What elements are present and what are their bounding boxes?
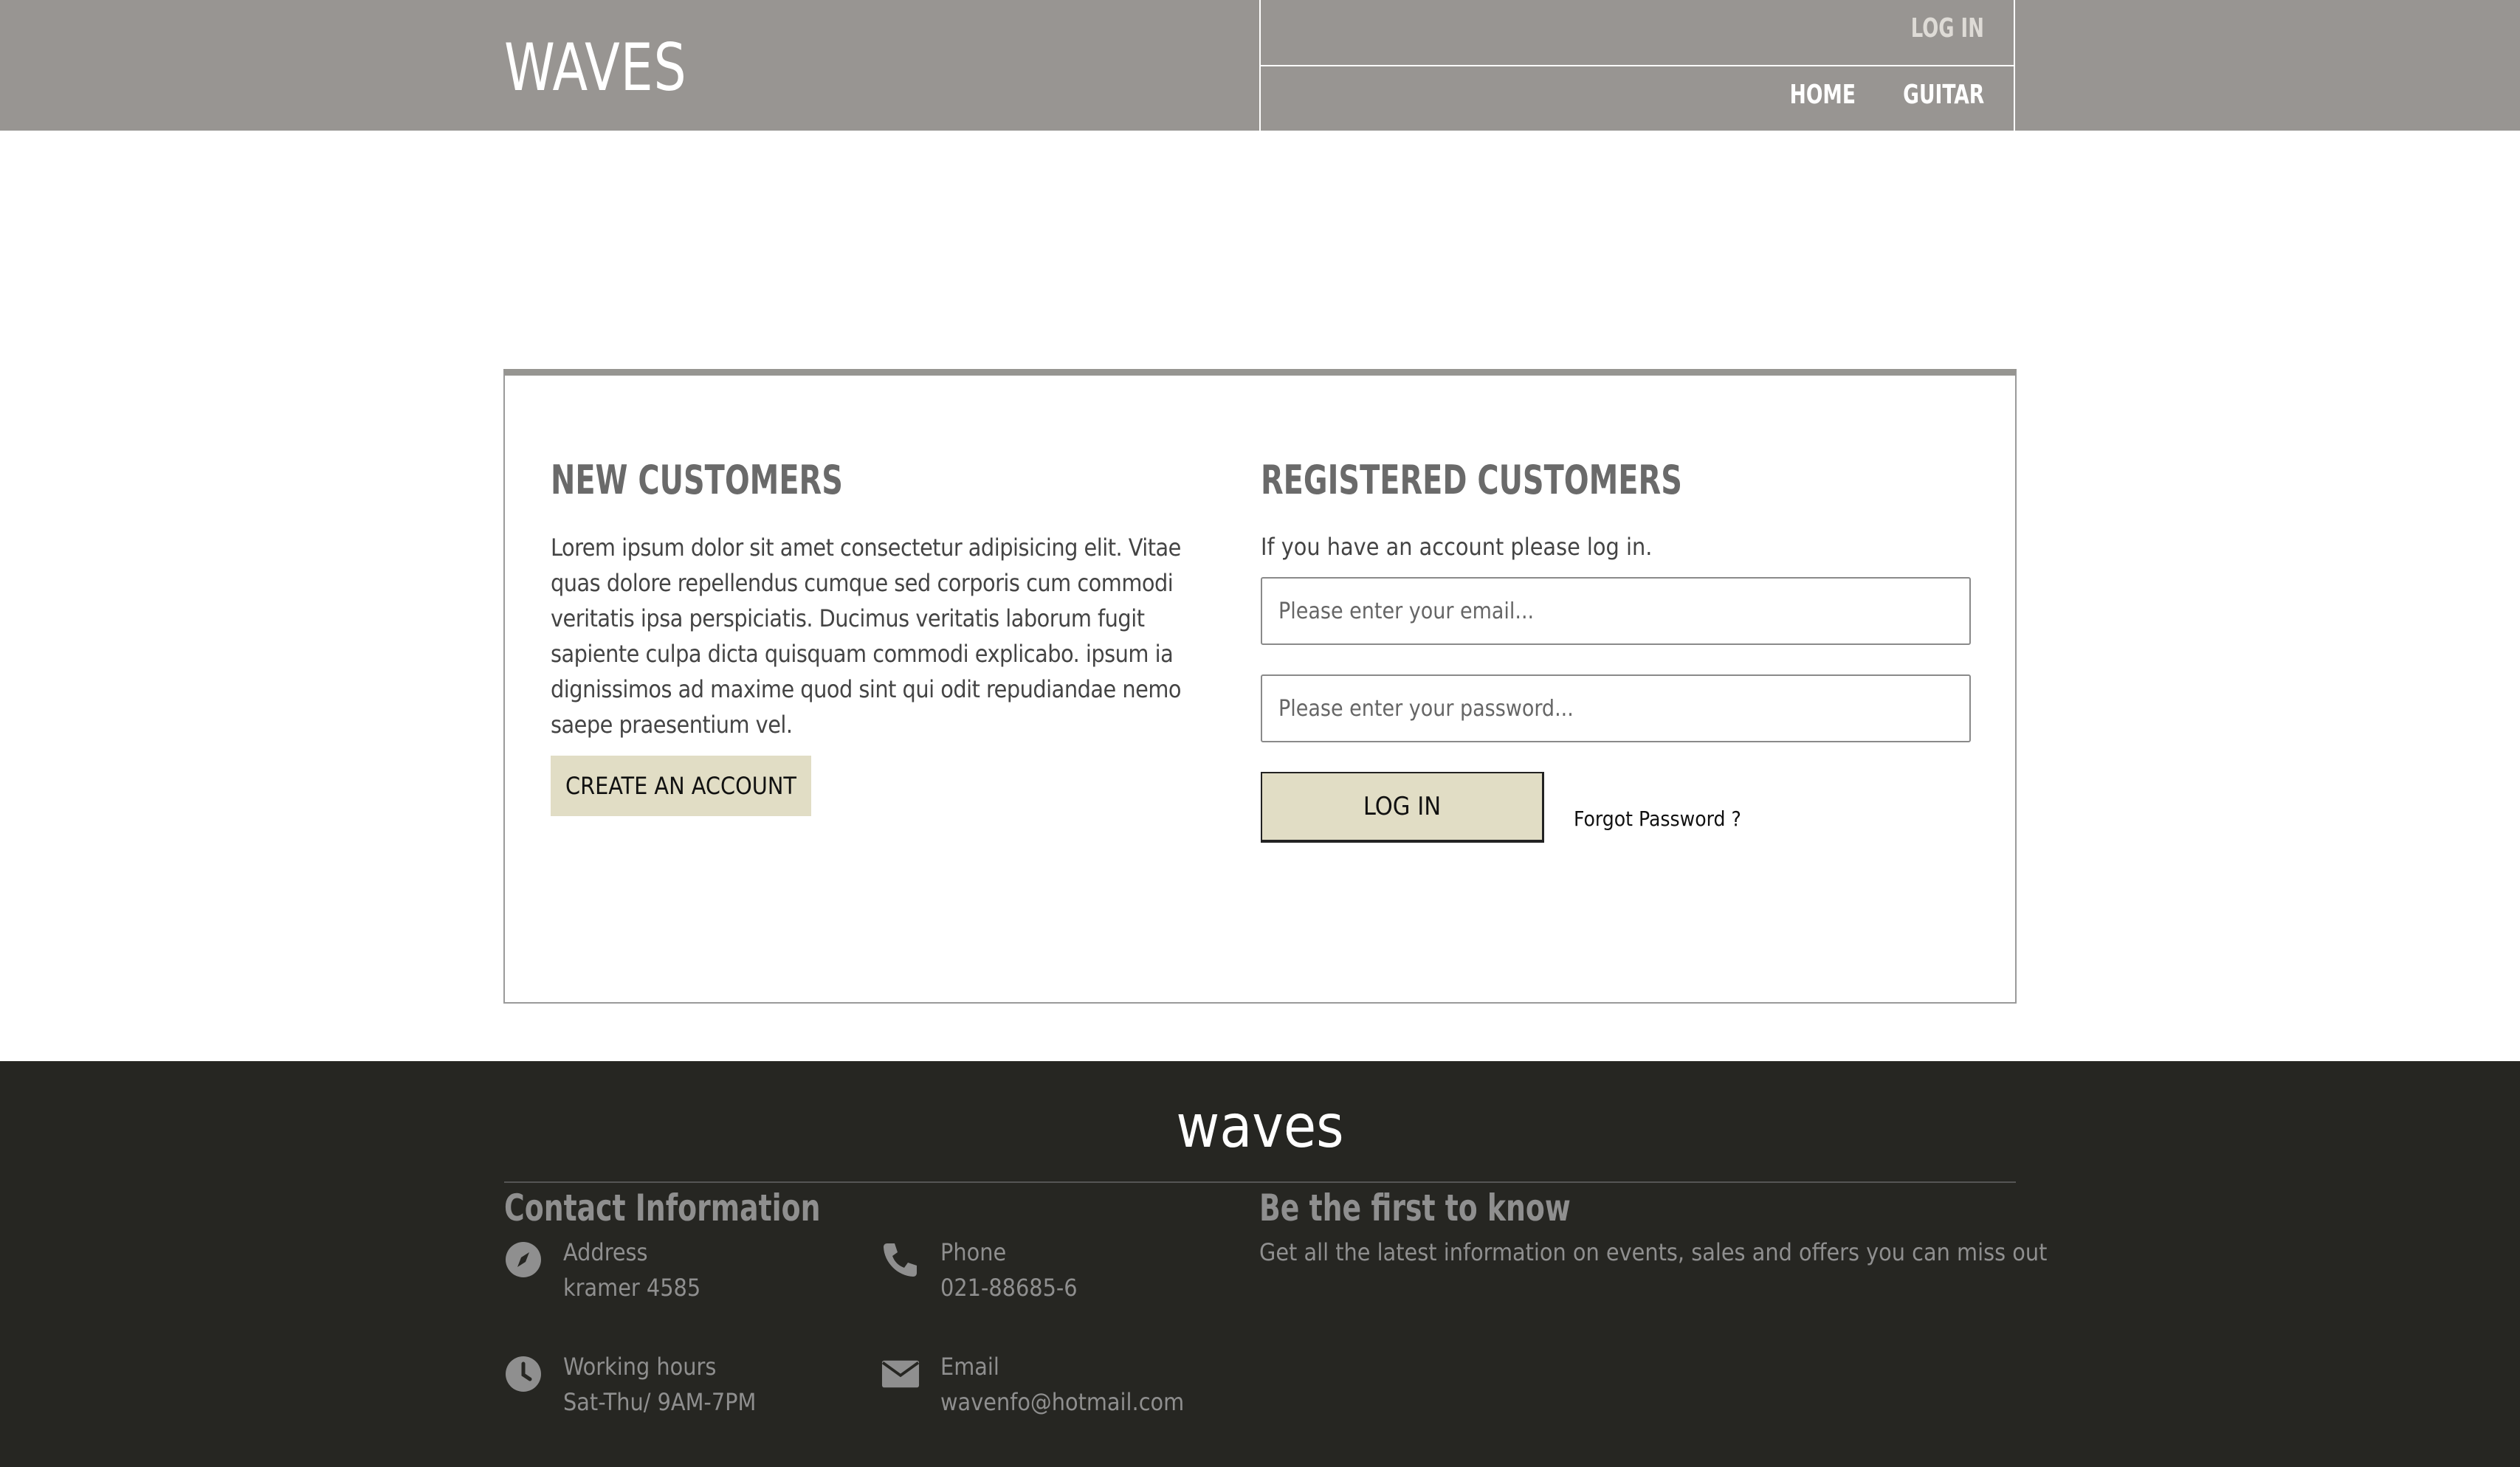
new-customers-title: NEW CUSTOMERS bbox=[551, 457, 843, 503]
create-account-button[interactable]: CREATE AN ACCOUNT bbox=[551, 756, 811, 816]
login-link[interactable]: LOG IN bbox=[1911, 13, 1984, 44]
registered-customers-section: REGISTERED CUSTOMERS If you have an acco… bbox=[1261, 457, 1974, 843]
clock-icon bbox=[504, 1355, 543, 1393]
email-input[interactable] bbox=[1261, 577, 1971, 645]
nav-guitar[interactable]: GUITAR bbox=[1903, 80, 1984, 110]
main-nav: HOME GUITAR bbox=[1775, 80, 1984, 110]
login-card: NEW CUSTOMERS Lorem ipsum dolor sit amet… bbox=[503, 369, 2017, 1004]
hours-label: Working hours bbox=[563, 1353, 717, 1381]
phone-value: 021-88685-6 bbox=[940, 1274, 1078, 1302]
login-button[interactable]: LOG IN bbox=[1261, 772, 1544, 843]
email-value[interactable]: wavenfo@hotmail.com bbox=[940, 1384, 1184, 1420]
nav-home[interactable]: HOME bbox=[1789, 80, 1855, 110]
address-label: Address bbox=[563, 1238, 648, 1266]
new-customers-text: Lorem ipsum dolor sit amet consectetur a… bbox=[551, 534, 1181, 739]
email-label: Email bbox=[940, 1353, 999, 1381]
nav-divider bbox=[1261, 65, 2014, 66]
new-customers-section: NEW CUSTOMERS Lorem ipsum dolor sit amet… bbox=[551, 457, 1200, 816]
registered-customers-title: REGISTERED CUSTOMERS bbox=[1261, 457, 1682, 503]
compass-icon bbox=[504, 1240, 543, 1279]
hours-value: Sat-Thu/ 9AM-7PM bbox=[563, 1388, 757, 1416]
newsletter-heading: Be the first to know bbox=[1259, 1187, 1571, 1229]
nav-box: LOG IN HOME GUITAR bbox=[1259, 0, 2015, 131]
footer-divider bbox=[504, 1181, 2016, 1183]
envelope-icon bbox=[881, 1355, 920, 1393]
phone-label: Phone bbox=[940, 1238, 1007, 1266]
login-row: LOG IN Forgot Password ? bbox=[1261, 772, 1974, 843]
newsletter-text: Get all the latest information on events… bbox=[1259, 1238, 2048, 1266]
footer-logo: waves bbox=[1176, 1092, 1344, 1161]
contact-heading: Contact Information bbox=[504, 1187, 821, 1229]
site-header: WAVES LOG IN HOME GUITAR bbox=[0, 0, 2520, 131]
phone-icon bbox=[881, 1240, 920, 1279]
password-input[interactable] bbox=[1261, 674, 1971, 742]
site-footer: waves Contact Information Address kramer… bbox=[0, 1061, 2520, 1467]
site-logo[interactable]: WAVES bbox=[504, 30, 687, 106]
address-value: kramer 4585 bbox=[563, 1274, 701, 1302]
forgot-password-link[interactable]: Forgot Password ? bbox=[1574, 807, 1741, 831]
registered-intro: If you have an account please log in. bbox=[1261, 533, 1653, 561]
